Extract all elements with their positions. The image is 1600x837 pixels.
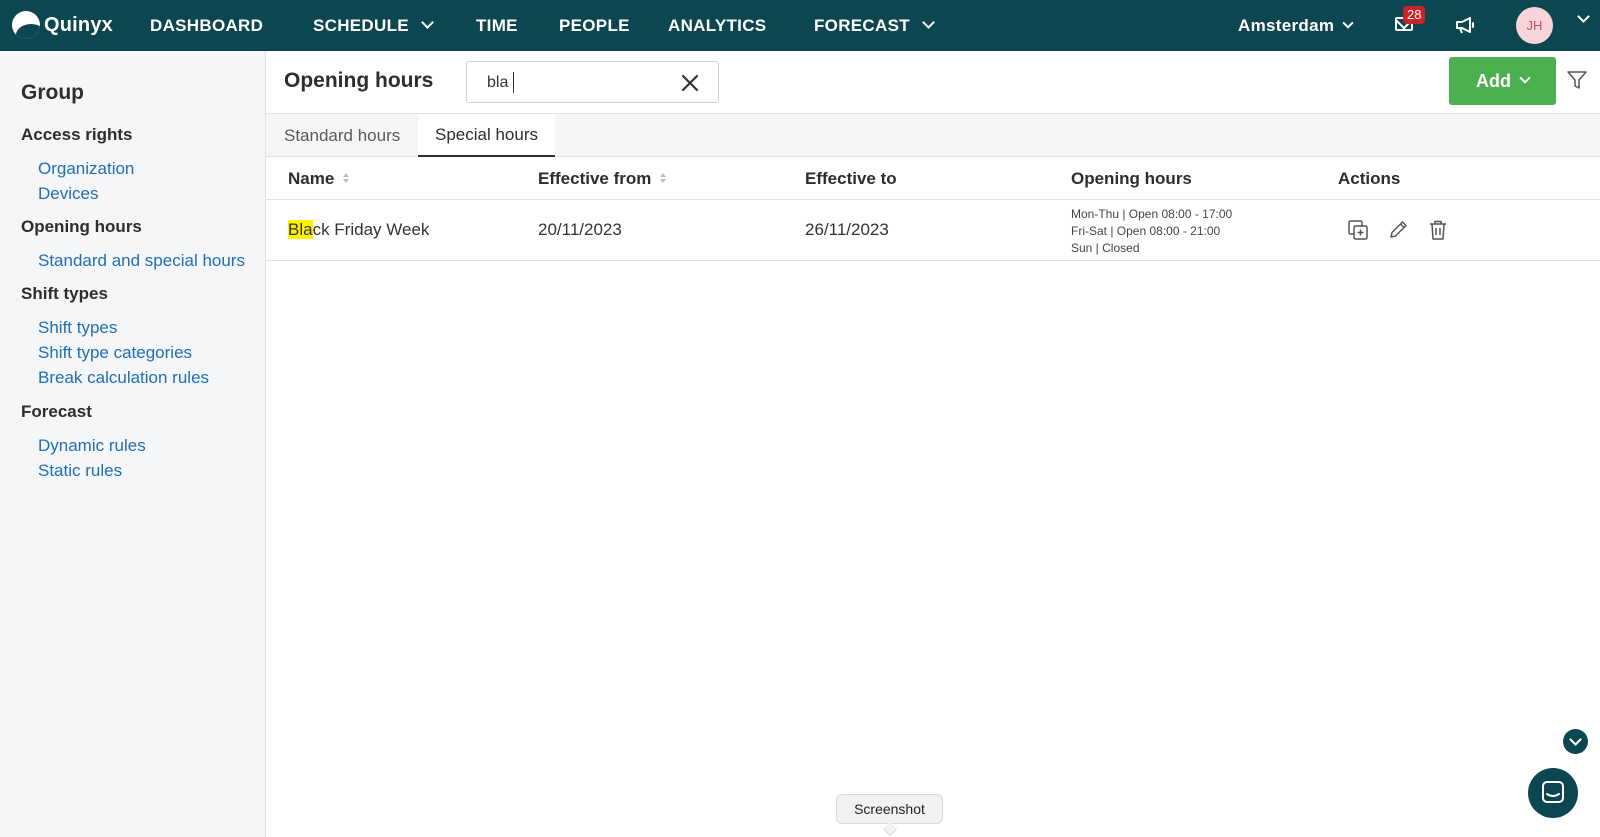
search-box <box>466 61 719 103</box>
column-actions: Actions <box>1338 169 1401 188</box>
quinyx-logo[interactable]: Quinyx <box>12 11 113 39</box>
sidebar-item-shift-types[interactable]: Shift types <box>38 318 117 338</box>
chat-icon <box>1542 781 1564 803</box>
column-effective-to: Effective to <box>805 169 897 188</box>
nav-dashboard[interactable]: DASHBOARD <box>150 0 263 51</box>
sidebar-section-opening-hours: Opening hours <box>21 217 142 236</box>
column-name-label: Name <box>288 169 335 188</box>
hours-line: Sun | Closed <box>1071 241 1140 255</box>
sidebar-item-dynamic-rules[interactable]: Dynamic rules <box>38 436 146 456</box>
sidebar-item-devices[interactable]: Devices <box>38 184 98 204</box>
filter-icon[interactable] <box>1566 69 1588 91</box>
row-name-rest: ck Friday Week <box>312 220 430 239</box>
tab-special-hours[interactable]: Special hours <box>418 114 556 157</box>
row-opening-hours: Mon-Thu | Open 08:00 - 17:00 Fri-Sat | O… <box>1071 206 1232 257</box>
nav-time-label: TIME <box>476 15 518 35</box>
sidebar: Group Access rights Organization Devices… <box>0 51 266 837</box>
chevron-down-icon <box>922 16 935 29</box>
sort-icon <box>343 173 350 185</box>
sidebar-item-standard-and-special-hours[interactable]: Standard and special hours <box>38 251 245 271</box>
text-caret <box>513 72 514 93</box>
sort-icon <box>660 173 667 185</box>
sidebar-section-access-rights: Access rights <box>21 125 133 144</box>
nav-schedule[interactable]: SCHEDULE <box>313 0 434 51</box>
column-opening-hours: Opening hours <box>1071 169 1192 188</box>
sidebar-section-shift-types: Shift types <box>21 284 108 303</box>
table-row[interactable]: Black Friday Week 20/11/2023 26/11/2023 … <box>266 200 1600 261</box>
megaphone-icon[interactable] <box>1454 15 1478 35</box>
table-header: Name Effective from Effective to Opening… <box>266 158 1600 200</box>
row-name: Black Friday Week <box>288 220 429 240</box>
column-name[interactable]: Name <box>288 169 350 189</box>
delete-icon[interactable] <box>1427 219 1449 241</box>
top-navigation: Quinyx DASHBOARD SCHEDULE TIME PEOPLE AN… <box>0 0 1600 51</box>
nav-analytics-label: ANALYTICS <box>668 15 767 35</box>
duplicate-icon[interactable] <box>1347 219 1369 241</box>
notification-badge: 28 <box>1403 6 1426 24</box>
nav-analytics[interactable]: ANALYTICS <box>668 0 766 51</box>
clear-icon[interactable] <box>680 73 700 93</box>
nav-time[interactable]: TIME <box>476 0 518 51</box>
sidebar-item-organization[interactable]: Organization <box>38 159 134 179</box>
main-content: Opening hours Add Standard hours Special… <box>266 51 1600 837</box>
row-effective-to: 26/11/2023 <box>805 220 889 239</box>
sidebar-section-forecast: Forecast <box>21 402 92 421</box>
scroll-down-icon[interactable] <box>1563 729 1588 754</box>
sidebar-item-static-rules[interactable]: Static rules <box>38 461 122 481</box>
nav-people-label: PEOPLE <box>559 15 630 35</box>
nav-schedule-label: SCHEDULE <box>313 15 409 35</box>
page-title: Opening hours <box>284 69 434 92</box>
nav-dashboard-label: DASHBOARD <box>150 15 264 35</box>
nav-forecast-label: FORECAST <box>814 15 910 35</box>
chevron-down-icon <box>421 16 434 29</box>
chevron-down-icon[interactable] <box>1577 10 1590 23</box>
page-header: Opening hours Add <box>266 51 1600 114</box>
row-effective-from: 20/11/2023 <box>538 220 622 239</box>
chat-button[interactable] <box>1528 768 1578 818</box>
screenshot-tooltip: Screenshot <box>836 794 943 824</box>
quinyx-logo-icon <box>12 11 40 39</box>
location-label: Amsterdam <box>1238 15 1335 35</box>
avatar[interactable]: JH <box>1516 7 1553 44</box>
location-selector[interactable]: Amsterdam <box>1238 0 1354 51</box>
chevron-down-icon <box>1342 16 1354 29</box>
hours-line: Fri-Sat | Open 08:00 - 21:00 <box>1071 224 1221 238</box>
column-effective-from[interactable]: Effective from <box>538 169 667 189</box>
search-input[interactable] <box>487 72 667 94</box>
brand-name: Quinyx <box>44 13 113 36</box>
sidebar-item-break-calculation-rules[interactable]: Break calculation rules <box>38 368 209 388</box>
search-highlight: Bla <box>288 220 313 239</box>
chevron-down-icon <box>1519 72 1531 84</box>
nav-people[interactable]: PEOPLE <box>559 0 630 51</box>
add-button[interactable]: Add <box>1449 57 1556 105</box>
tab-standard-hours[interactable]: Standard hours <box>267 114 417 157</box>
sidebar-item-shift-type-categories[interactable]: Shift type categories <box>38 343 192 363</box>
hours-line: Mon-Thu | Open 08:00 - 17:00 <box>1071 207 1233 221</box>
sidebar-title: Group <box>21 81 84 104</box>
edit-icon[interactable] <box>1387 219 1409 241</box>
tab-bar: Standard hours Special hours <box>266 114 1600 157</box>
nav-forecast[interactable]: FORECAST <box>814 0 935 51</box>
add-button-label: Add <box>1476 70 1511 91</box>
column-effective-from-label: Effective from <box>538 169 652 188</box>
